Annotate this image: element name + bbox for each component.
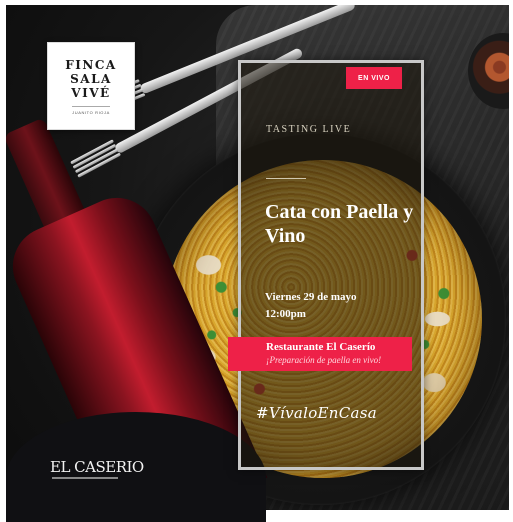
venue-name: Restaurante El Caserío bbox=[266, 341, 376, 353]
logo-line-3: VIVÉ bbox=[71, 85, 111, 100]
logo-line-2: SALA bbox=[70, 71, 112, 86]
finca-sala-vive-logo: FINCA SALA VIVÉ JUANITO RIOJA bbox=[47, 42, 135, 130]
venue-note: ¡Preparación de paella en vivo! bbox=[266, 355, 382, 365]
event-datetime: Viernes 29 de mayo 12:00pm bbox=[265, 289, 415, 323]
divider bbox=[266, 178, 306, 179]
event-title: Cata con Paella y Vino bbox=[265, 201, 414, 247]
logo-line-1: FINCA bbox=[65, 57, 117, 72]
event-date: Viernes 29 de mayo bbox=[265, 291, 357, 303]
event-time: 12:00pm bbox=[265, 308, 306, 320]
live-badge: EN VIVO bbox=[346, 67, 402, 89]
el-caserio-logo: EL CASERIO bbox=[50, 458, 144, 476]
hashtag: #VívaloEnCasa bbox=[256, 404, 378, 422]
tasting-label: TASTING LIVE bbox=[266, 124, 352, 135]
logo-underline bbox=[52, 477, 118, 479]
logo-subtitle: JUANITO RIOJA bbox=[72, 105, 110, 115]
